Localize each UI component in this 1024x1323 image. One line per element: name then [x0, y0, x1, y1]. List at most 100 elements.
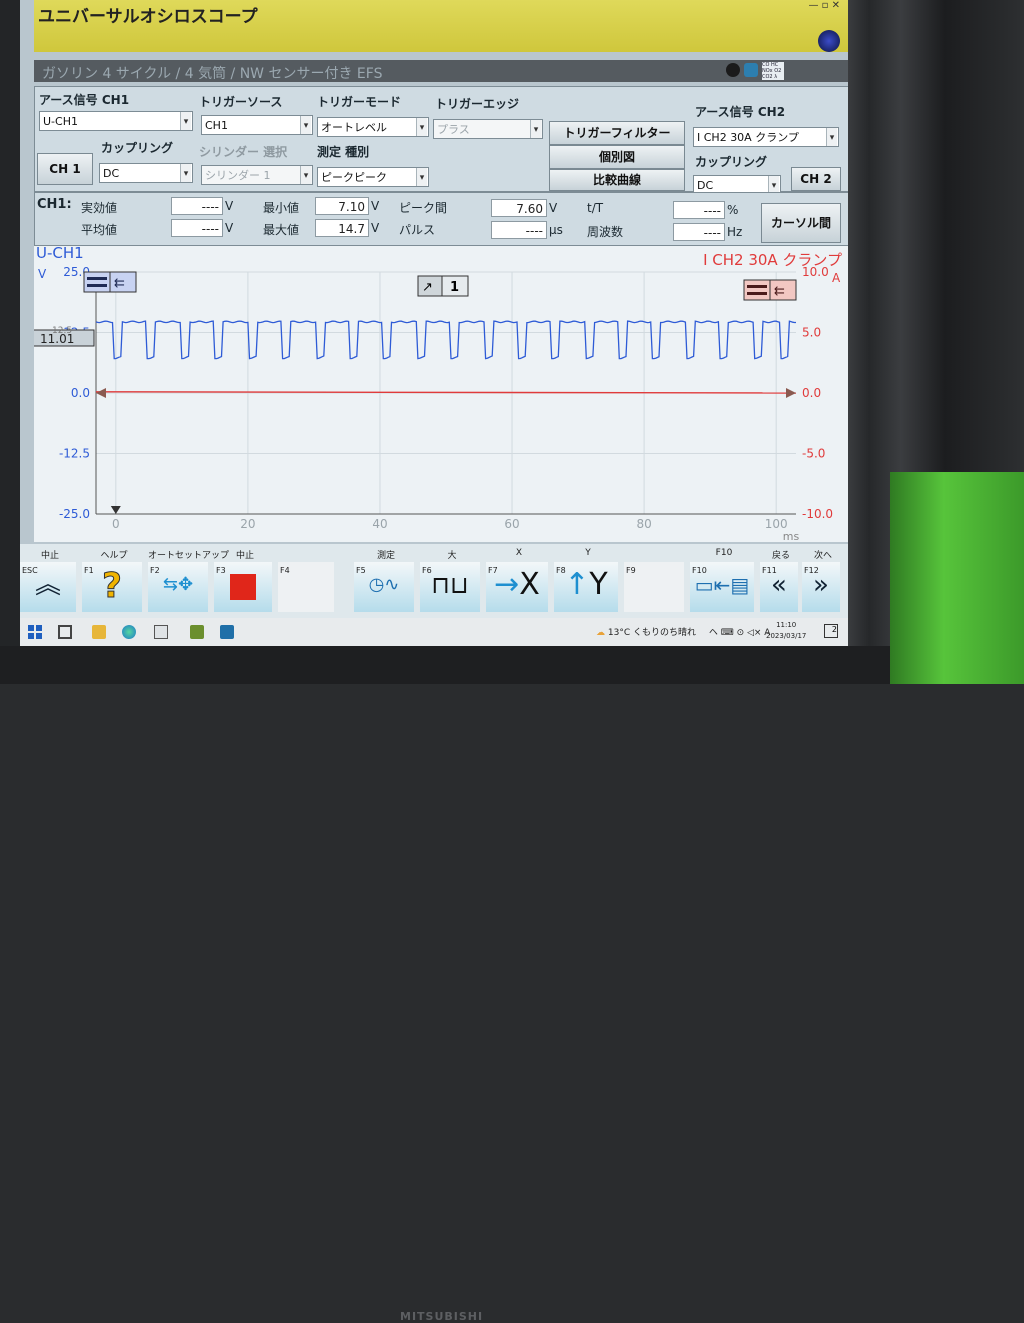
scope-app-icon[interactable]	[220, 625, 234, 639]
ch2-coupling-label: カップリング	[695, 155, 768, 169]
y-left-unit: V	[38, 267, 47, 281]
weather-text[interactable]: 13°C くもりのち晴れ	[608, 628, 696, 638]
cursor-interval-button[interactable]: カーソル間	[761, 203, 841, 243]
ch1-signal-select[interactable]: U-CH1	[39, 111, 193, 131]
task-view-icon[interactable]	[58, 625, 72, 639]
pulse-value: ----	[491, 221, 547, 239]
green-equipment-panel	[890, 472, 1024, 684]
avg-unit: V	[225, 221, 234, 235]
measurement-channel-label: CH1:	[37, 197, 72, 212]
trigger-edge-indicator[interactable]: ↗ 1	[417, 275, 469, 297]
fkey-code: ESC	[22, 566, 38, 575]
duty-label: t/T	[587, 201, 604, 215]
fkey-code: F12	[804, 566, 819, 575]
fkey-f9: F9	[624, 544, 688, 614]
window-controls[interactable]: — ▫ ✕	[808, 0, 840, 11]
fkey-code: F5	[356, 566, 366, 575]
fkey-f5[interactable]: ◷∿ 測定 F5	[354, 544, 418, 614]
tray-icons[interactable]: ヘ ⌨ ⊙ ◁× A	[709, 628, 771, 638]
fkey-f12[interactable]: » 次へ F12	[802, 544, 844, 614]
waveform-plot[interactable]: 25.012.50.0-12.5-25.0 10.05.00.0-5.0-10.…	[34, 246, 848, 542]
notification-count: 2	[831, 625, 837, 634]
function-key-bar: ︽ 中止 ESC? ヘルプ F1 ⇆✥ オートセットアップ F2 中止 F3 F4 ◷∿ 測定 F5 ⊓⊔ 大…	[20, 544, 848, 618]
compare-curve-button[interactable]: 比較曲線	[549, 169, 685, 191]
coupling-label: カップリング	[101, 141, 174, 155]
ch1-button[interactable]: CH 1	[37, 153, 93, 185]
x-ticks: 0 20 40 60 80 100	[112, 517, 788, 531]
pulse-unit: μs	[549, 223, 563, 237]
frequency-label: 周波数	[587, 225, 624, 239]
fkey-f2[interactable]: ⇆✥ オートセットアップ F2	[148, 544, 229, 614]
rms-unit: V	[225, 199, 234, 213]
notification-icon[interactable]: 2	[824, 624, 838, 638]
fkey-code: F6	[422, 566, 432, 575]
fkey-f3[interactable]: 中止 F3	[214, 544, 276, 614]
fkey-f1[interactable]: ? ヘルプ F1	[82, 544, 146, 614]
fkey-f8[interactable]: ↑Y Y F8	[554, 544, 622, 614]
fkey-code: F9	[626, 566, 636, 575]
x-tick-label-1: 20	[240, 517, 255, 531]
measurement-panel: CH1: 実効値 平均値 ---- V ---- V 最小値 最大値 7.10 …	[34, 192, 848, 246]
clock[interactable]: 11:10 2023/03/17	[766, 620, 806, 642]
svg-text:11.01: 11.01	[40, 332, 74, 346]
x-tick-label-2: 40	[372, 517, 387, 531]
file-explorer-icon[interactable]	[92, 625, 106, 639]
monitor-bezel-bottom: MITSUBISHI	[0, 646, 890, 1323]
settings-panel: アース信号 CH1 U-CH1 CH 1 カップリング DC トリガーソース C…	[34, 86, 848, 195]
fkey-f11[interactable]: «戻る F11	[760, 544, 802, 614]
fkey-code: F8	[556, 566, 566, 575]
monitor-brand-label: MITSUBISHI	[400, 1310, 484, 1323]
peak-peak-label: ピーク間	[399, 201, 448, 215]
edge-browser-icon[interactable]	[122, 625, 136, 639]
fkey-label: F10	[715, 548, 733, 558]
fkey-code: F2	[150, 566, 160, 575]
fkey-code: F1	[84, 566, 94, 575]
app-logo-icon	[818, 30, 840, 52]
frequency-value: ----	[673, 223, 725, 241]
tool-app-icon[interactable]	[190, 625, 204, 639]
y-right-tick-label-0: 10.0	[802, 265, 829, 279]
x-tick-label-4: 80	[636, 517, 651, 531]
y-right-tick-label-1: 5.0	[802, 326, 821, 340]
car-icon	[744, 63, 758, 77]
max-label: 最大値	[263, 223, 300, 237]
trigger-filter-button[interactable]: トリガーフィルター	[549, 121, 685, 145]
fkey-f6[interactable]: ⊓⊔ 大 F6	[420, 544, 484, 614]
app-window-icon[interactable]	[154, 625, 168, 639]
monitor-bezel-left	[0, 0, 20, 684]
windows-start-icon[interactable]	[28, 625, 42, 639]
ch2-signal-select[interactable]: I CH2 30A クランプ	[693, 127, 839, 147]
fkey-code: F11	[762, 566, 777, 575]
max-value: 14.7	[315, 219, 369, 237]
trigger-mode-label: トリガーモード	[317, 95, 402, 109]
fkey-code: F4	[280, 566, 290, 575]
coupling-select[interactable]: DC	[99, 163, 193, 183]
svg-text:⇇: ⇇	[114, 276, 125, 291]
ch2-scale-button[interactable]: ⇇	[743, 279, 797, 301]
ch2-zero-marker-right	[786, 388, 796, 398]
fkey-esc[interactable]: ︽ 中止 ESC	[20, 544, 80, 614]
fkey-f7[interactable]: →X X F7	[486, 544, 552, 614]
ch2-button[interactable]: CH 2	[791, 167, 841, 191]
y-right-tick-label-4: -10.0	[802, 507, 833, 521]
fkey-code: F10	[692, 566, 707, 575]
cylinder-select: シリンダー 1	[201, 165, 313, 185]
fkey-label: 戻る	[771, 551, 790, 561]
min-value: 7.10	[315, 197, 369, 215]
measure-type-label: 測定 種別	[317, 145, 370, 159]
ch2-signal-label: アース信号 CH2	[695, 105, 786, 119]
fkey-code: F3	[216, 566, 226, 575]
windows-taskbar: ☁ 13°C くもりのち晴れ ヘ ⌨ ⊙ ◁× A 11:10 2023/03/…	[20, 618, 848, 646]
pulse-label: パルス	[399, 223, 436, 237]
fkey-f4: F4	[278, 544, 338, 614]
measure-type-select[interactable]: ピークピーク	[317, 167, 429, 187]
avg-value: ----	[171, 219, 223, 237]
individual-view-button[interactable]: 個別図	[549, 145, 685, 169]
trigger-edge-select[interactable]: プラス	[433, 119, 543, 139]
oscilloscope-screen: ユニバーサルオシロスコープ — ▫ ✕ ガソリン 4 サイクル / 4 気筒 /…	[20, 0, 848, 646]
trigger-mode-select[interactable]: オートレベル	[317, 117, 429, 137]
trigger-source-select[interactable]: CH1	[201, 115, 313, 135]
fkey-f10[interactable]: ▭⇤▤ F10 F10	[690, 544, 758, 614]
ch1-scale-button[interactable]: ⇇	[83, 271, 137, 293]
y-left-tick-label-4: -25.0	[59, 507, 90, 521]
